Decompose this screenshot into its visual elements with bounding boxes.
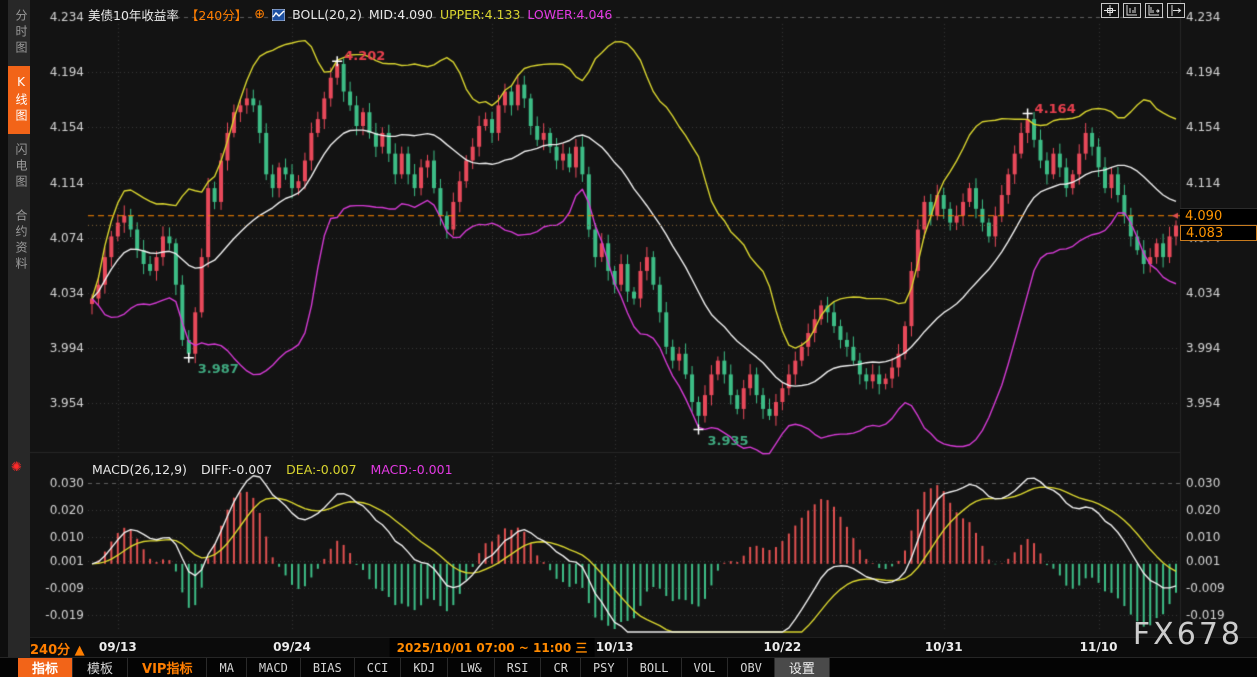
toolbar-tab-LW&[interactable]: LW& — [448, 658, 495, 677]
last-price-tag: 4.083 — [1180, 225, 1257, 241]
indicator-toolbar: 指标模板VIP指标MAMACDBIASCCIKDJLW&RSICRPSYBOLL… — [0, 657, 1257, 677]
period-tag: 【240分】 — [186, 5, 247, 24]
zoom-fit-right-icon[interactable] — [1145, 3, 1163, 18]
toolbar-tab-设置[interactable]: 设置 — [775, 658, 830, 677]
mid-price-tag: 4.090 — [1180, 208, 1257, 224]
x-axis-date-label: 11/10 — [1080, 640, 1118, 654]
boll-mid-value: MID:4.090 — [369, 7, 433, 22]
chart-window: 分时图K线图闪电图合约资料 ✺ 美债10年收益率 【240分】 ⊕ BOLL(2… — [0, 0, 1257, 677]
chart-tools — [1101, 3, 1185, 18]
pan-right-icon[interactable] — [1167, 3, 1185, 18]
main-legend: 美债10年收益率 【240分】 ⊕ BOLL(20,2) MID:4.090 U… — [88, 5, 612, 24]
period-selector[interactable]: 240分 ▲ — [30, 639, 85, 658]
sidebar-rail — [0, 0, 8, 657]
toolbar-tab-BIAS[interactable]: BIAS — [301, 658, 355, 677]
sidebar-tab-3[interactable]: 合约资料 — [8, 200, 30, 282]
toolbar-tab-指标[interactable]: 指标 — [18, 658, 73, 677]
macd-macd-value: MACD:-0.001 — [371, 462, 453, 477]
kline-chart-canvas[interactable] — [0, 0, 1257, 637]
selected-bar-datetime: 2025/10/01 07:00 ~ 11:00 三 — [390, 638, 595, 657]
crosshair-tool-icon[interactable] — [1101, 3, 1119, 18]
macd-legend: MACD(26,12,9) DIFF:-0.007 DEA:-0.007 MAC… — [92, 462, 453, 477]
toolbar-tab-MACD[interactable]: MACD — [247, 658, 301, 677]
sidebar: 分时图K线图闪电图合约资料 — [0, 0, 30, 657]
macd-diff-value: DIFF:-0.007 — [201, 462, 272, 477]
macd-label: MACD(26,12,9) — [92, 462, 187, 477]
date-axis-strip: 240分 ▲ 09/13 09/24 2025/10/01 07:00 ~ 11:0… — [0, 637, 1257, 657]
toolbar-tab-VOL[interactable]: VOL — [682, 658, 729, 677]
x-axis-date-label: 10/22 — [764, 640, 802, 654]
zoom-fit-left-icon[interactable] — [1123, 3, 1141, 18]
toolbar-tab-MA[interactable]: MA — [207, 658, 246, 677]
sidebar-tabs: 分时图K线图闪电图合约资料 — [8, 0, 30, 657]
toolbar-tab-模板[interactable]: 模板 — [73, 658, 128, 677]
boll-lower-value: LOWER:4.046 — [527, 7, 612, 22]
toolbar-tab-RSI[interactable]: RSI — [495, 658, 542, 677]
toolbar-tab-CR[interactable]: CR — [541, 658, 580, 677]
brand-watermark: FX678 — [1133, 617, 1243, 652]
toolbar-tab-VIP指标[interactable]: VIP指标 — [128, 658, 207, 677]
x-axis-date-label: 10/31 — [925, 640, 963, 654]
add-indicator-icon[interactable]: ⊕ — [254, 7, 265, 22]
kline-style-icon[interactable] — [272, 9, 285, 21]
boll-label: BOLL(20,2) — [292, 7, 362, 22]
toolbar-tab-CCI[interactable]: CCI — [355, 658, 402, 677]
sidebar-tab-2[interactable]: 闪电图 — [8, 134, 30, 200]
toolbar-tab-KDJ[interactable]: KDJ — [401, 658, 448, 677]
sidebar-tab-1[interactable]: K线图 — [8, 66, 30, 134]
sidebar-tab-0[interactable]: 分时图 — [8, 0, 30, 66]
live-indicator-icon[interactable]: ✺ — [11, 460, 22, 475]
x-axis-date-label: 09/13 — [99, 640, 137, 654]
boll-upper-value: UPPER:4.133 — [440, 7, 520, 22]
toolbar-tab-OBV[interactable]: OBV — [728, 658, 775, 677]
x-axis-date-label: 10/13 — [596, 640, 634, 654]
instrument-title: 美债10年收益率 — [88, 5, 179, 24]
toolbar-tab-BOLL[interactable]: BOLL — [628, 658, 682, 677]
x-axis-date-label: 09/24 — [273, 640, 311, 654]
toolbar-tab-PSY[interactable]: PSY — [581, 658, 628, 677]
macd-dea-value: DEA:-0.007 — [286, 462, 356, 477]
